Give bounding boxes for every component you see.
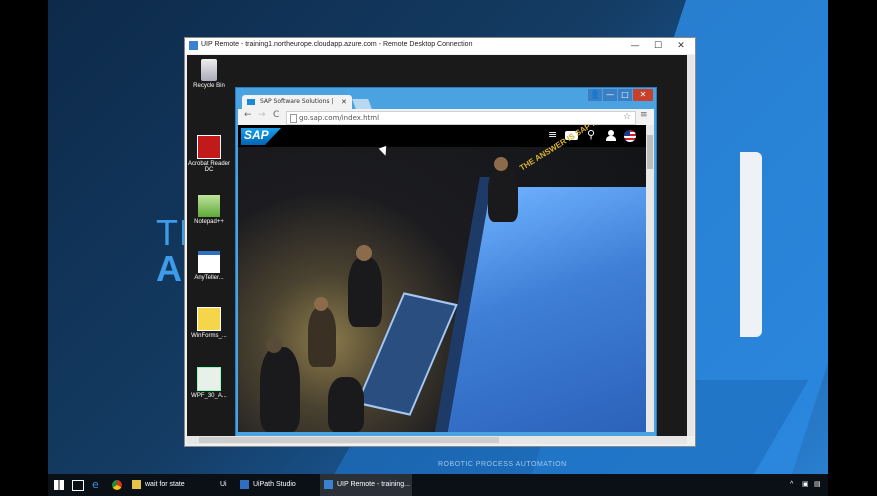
tray-chevron-icon[interactable]: ^: [790, 474, 793, 496]
recycle-bin-icon: [201, 59, 217, 81]
browser-window[interactable]: 👤 — □ ✕ SAP Software Solutions | ✕ ← → C…: [235, 87, 657, 436]
taskbar: e wait for state Ui UiPath Studio UIP Re…: [48, 474, 828, 496]
winforms-icon: [197, 307, 221, 331]
desktop-icon-label: WPF_30_A...: [191, 393, 227, 399]
desktop-icon-label: Notepad++: [194, 219, 224, 225]
taskbar-item-label: UIP Remote - training...: [337, 481, 411, 488]
sap-favicon-icon: [247, 99, 255, 105]
rdp-titlebar[interactable]: UIP Remote - training1.northeurope.cloud…: [185, 38, 695, 54]
browser-tab[interactable]: SAP Software Solutions | ✕: [242, 95, 352, 109]
wpf-icon: [197, 367, 221, 391]
bookmark-star-icon[interactable]: ☆: [623, 111, 631, 123]
rdp-maximize-button[interactable]: ☐: [646, 39, 670, 53]
taskbar-item-label: UiPath Studio: [253, 481, 296, 488]
address-bar[interactable]: go.sap.com/index.html ☆: [286, 111, 636, 125]
desktop-icon-label: Recycle Bin: [193, 83, 225, 89]
taskbar-item-wait-for-state[interactable]: wait for state: [132, 474, 212, 496]
menu-icon[interactable]: ≡: [548, 128, 557, 141]
desktop-icon-label: Acrobat Reader DC: [187, 161, 231, 173]
desktop-icon-wpf[interactable]: WPF_30_A...: [187, 367, 231, 399]
hero-image: THE ANSWER IS SAP HA: [238, 125, 646, 432]
tray-network-icon[interactable]: ▣: [802, 474, 809, 496]
page-scrollbar-thumb[interactable]: [647, 135, 653, 169]
tray-notification-icon[interactable]: ▤: [814, 474, 821, 496]
hero-person: [348, 257, 382, 327]
hero-person: [328, 377, 364, 432]
browser-maximize-button[interactable]: □: [618, 89, 632, 101]
hero-person-head: [494, 157, 508, 171]
mouse-cursor-icon: [378, 145, 390, 158]
remote-desktop-window[interactable]: UIP Remote - training1.northeurope.cloud…: [184, 37, 696, 447]
browser-close-button[interactable]: ✕: [633, 89, 653, 101]
rdp-minimize-button[interactable]: —: [623, 39, 647, 53]
tab-title: SAP Software Solutions |: [260, 98, 334, 105]
page-scrollbar[interactable]: [646, 125, 654, 432]
remote-desktop-content[interactable]: Recycle Bin Acrobat Reader DC Notepad++ …: [187, 55, 687, 436]
background-bottom-text: ROBOTIC PROCESS AUTOMATION: [438, 461, 567, 468]
forward-button[interactable]: →: [258, 110, 266, 120]
folder-icon: [132, 479, 141, 489]
rdp-vertical-scrollbar[interactable]: [687, 55, 694, 436]
desktop-icon-anyteller[interactable]: AnyTeller...: [187, 251, 231, 281]
taskbar-item-uipath-studio[interactable]: UiPath Studio: [240, 474, 320, 496]
chrome-menu-button[interactable]: ≡: [640, 110, 648, 120]
browser-user-button[interactable]: 👤: [588, 89, 602, 101]
hero-person: [260, 347, 300, 432]
browser-toolbar: ← → C go.sap.com/index.html ☆ ≡: [238, 109, 654, 125]
taskbar-item-ui[interactable]: Ui: [220, 474, 234, 496]
hero-person-head: [314, 297, 328, 311]
remote-desktop-icon: [324, 479, 333, 489]
web-page[interactable]: SAP ≡ ⚲ THE ANSWER IS SAP HA: [238, 125, 646, 432]
back-button[interactable]: ←: [244, 110, 252, 120]
chrome-icon[interactable]: [112, 480, 122, 490]
rdp-close-button[interactable]: ✕: [669, 39, 693, 53]
windows-start-icon[interactable]: [54, 480, 64, 490]
desktop-icon-label: AnyTeller...: [194, 275, 224, 281]
flag-us-icon[interactable]: [624, 130, 636, 142]
desktop-icon-label: WinForms_...: [191, 333, 227, 339]
taskbar-item-uip-remote[interactable]: UIP Remote - training...: [320, 474, 412, 496]
edge-icon[interactable]: e: [92, 478, 99, 491]
task-view-icon[interactable]: [72, 480, 84, 491]
tab-close-button[interactable]: ✕: [341, 95, 347, 109]
hero-person-head: [356, 245, 372, 261]
hero-person: [308, 307, 336, 367]
hero-person: [488, 167, 518, 222]
window-app-icon: [198, 251, 220, 273]
notepad-icon: [198, 195, 220, 217]
desktop-icon-winforms[interactable]: WinForms_...: [187, 307, 231, 339]
rdp-title: UIP Remote - training1.northeurope.cloud…: [201, 41, 473, 48]
browser-minimize-button[interactable]: —: [603, 89, 617, 101]
url-text: go.sap.com/index.html: [299, 114, 380, 122]
desktop-icon-recycle-bin[interactable]: Recycle Bin: [187, 59, 231, 89]
new-tab-button[interactable]: [352, 99, 372, 109]
rdp-horizontal-scrollbar[interactable]: [187, 436, 687, 444]
desktop-icon-notepad[interactable]: Notepad++: [187, 195, 231, 225]
reload-button[interactable]: C: [273, 110, 279, 120]
background-card: [740, 152, 762, 337]
rdp-horizontal-scrollbar-thumb[interactable]: [199, 437, 499, 443]
uipath-icon: [240, 479, 249, 489]
desktop-icon-acrobat[interactable]: Acrobat Reader DC: [187, 135, 231, 173]
rdp-app-icon: [189, 41, 198, 50]
acrobat-icon: [197, 135, 221, 159]
taskbar-item-label: wait for state: [145, 481, 185, 488]
taskbar-item-label: Ui: [220, 481, 227, 488]
page-icon: [290, 114, 297, 123]
sap-logo-text: SAP: [244, 128, 269, 142]
hero-person-head: [266, 337, 282, 353]
